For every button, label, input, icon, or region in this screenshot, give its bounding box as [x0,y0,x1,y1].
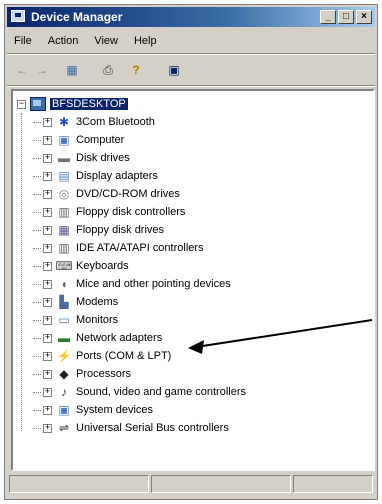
annotation-arrow [188,319,373,354]
annotation-arrow-line [195,319,373,348]
annotation-arrow-head [188,340,204,354]
